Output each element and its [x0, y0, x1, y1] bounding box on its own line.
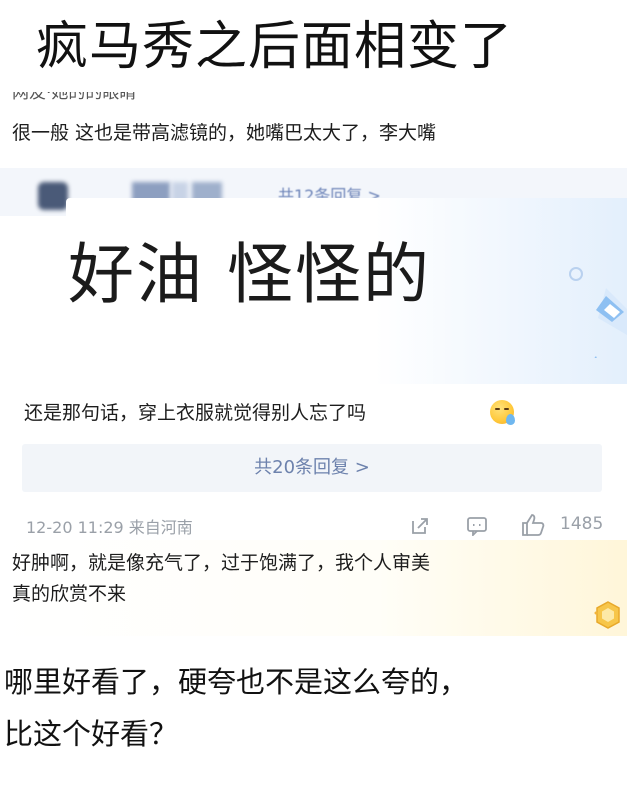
diamond-decoration-icon: [569, 267, 627, 358]
comment-line: 比这个好看？: [4, 717, 179, 751]
comment-line: 真的欣赏不来: [12, 583, 127, 605]
comment-text-2: 还是那句话，穿上衣服就觉得别人忘了吗: [24, 402, 367, 424]
share-icon[interactable]: [410, 516, 430, 536]
headline-caption: 疯马秀之后面相变了: [36, 17, 514, 77]
like-count: 1485: [560, 514, 604, 534]
like-icon[interactable]: [520, 513, 546, 537]
comment-location: 来自河南: [128, 518, 193, 537]
comment-text-1: 很一般 这也是带高滤镜的，她嘴巴太大了，李大嘴: [12, 122, 437, 144]
comment-icon[interactable]: [466, 516, 488, 536]
cut-off-meta-line: 网友·她的的眼睛: [12, 92, 137, 103]
comment-meta: 12-20 11:29 来自河南: [26, 514, 193, 538]
overlay-caption: 好油 怪怪的: [68, 236, 431, 313]
blurred-avatar: [38, 182, 68, 210]
comment-text-3: 好肿啊，就是像充气了，过于饱满了，我个人审美 真的欣赏不来: [12, 548, 430, 610]
comment-line: 好肿啊，就是像充气了，过于饱满了，我个人审美: [12, 552, 431, 574]
comment-line: 哪里好看了，硬夸也不是这么夸的，: [4, 665, 469, 699]
view-replies-label: 共20条回复 >: [254, 457, 370, 478]
fan-badge-icon: [594, 601, 620, 629]
blurred-reply-link[interactable]: 共12条回复 >: [278, 186, 438, 198]
view-replies-bar[interactable]: 共20条回复 >: [22, 444, 602, 492]
comment-text-4: 哪里好看了，硬夸也不是这么夸的， 比这个好看？: [4, 656, 468, 760]
tear-icon: [506, 414, 515, 425]
comment-date: 12-20 11:29: [26, 518, 124, 537]
